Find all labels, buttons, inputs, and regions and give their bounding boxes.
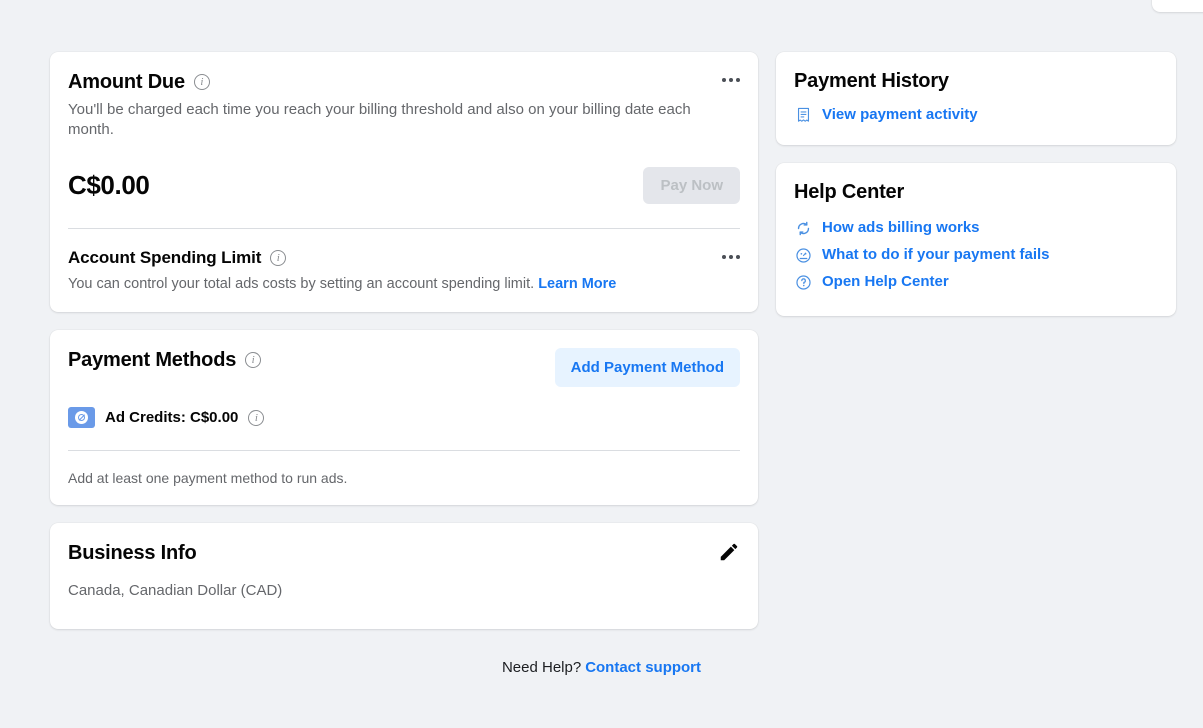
payment-fails-label: What to do if your payment fails	[822, 245, 1050, 265]
refresh-circular-arrows-icon	[794, 219, 812, 237]
payment-fails-link[interactable]: What to do if your payment fails	[794, 245, 1158, 265]
account-spending-limit-title: Account Spending Limit	[68, 247, 261, 268]
info-icon[interactable]: i	[194, 74, 210, 90]
left-column: Amount Due i You'll be charged each time…	[50, 52, 758, 647]
learn-more-link[interactable]: Learn More	[538, 276, 616, 292]
payment-methods-header: Payment Methods i Add Payment Method	[68, 348, 740, 387]
ad-credits-coin-icon	[68, 407, 95, 428]
question-mark-circle-icon	[794, 273, 812, 291]
how-ads-billing-works-link[interactable]: How ads billing works	[794, 218, 1158, 238]
payment-methods-title: Payment Methods	[68, 348, 236, 372]
how-ads-billing-works-label: How ads billing works	[822, 218, 980, 238]
ad-credits-row: Ad Credits: C$0.00 i	[68, 407, 740, 428]
view-payment-activity-link[interactable]: View payment activity	[794, 105, 1158, 125]
amount-due-header: Amount Due i	[68, 70, 740, 94]
payment-history-card: Payment History View payment activity	[776, 52, 1176, 145]
account-spending-limit-overflow-menu-icon[interactable]	[712, 247, 740, 267]
amount-due-card: Amount Due i You'll be charged each time…	[50, 52, 758, 312]
amount-due-overflow-menu-icon[interactable]	[712, 70, 740, 90]
amount-due-description: You'll be charged each time you reach yo…	[68, 100, 728, 140]
amount-due-amount-row: C$0.00 Pay Now	[68, 167, 740, 204]
view-payment-activity-label: View payment activity	[822, 105, 978, 125]
open-help-center-label: Open Help Center	[822, 272, 949, 292]
need-help-text: Need Help?	[502, 659, 581, 676]
account-spending-limit-title-row: Account Spending Limit i	[68, 247, 286, 268]
payment-methods-note: Add at least one payment method to run a…	[68, 469, 740, 487]
open-help-center-link[interactable]: Open Help Center	[794, 272, 1158, 292]
contact-support-link[interactable]: Contact support	[585, 659, 701, 676]
payment-methods-title-row: Payment Methods i	[68, 348, 261, 372]
info-icon[interactable]: i	[270, 250, 286, 266]
ad-credits-label: Ad Credits: C$0.00	[105, 409, 238, 426]
add-payment-method-button[interactable]: Add Payment Method	[555, 348, 740, 387]
help-center-card: Help Center How ads billing works	[776, 163, 1176, 316]
billing-page: Amount Due i You'll be charged each time…	[0, 0, 1203, 728]
business-info-title: Business Info	[68, 541, 197, 565]
payment-history-title: Payment History	[794, 69, 1158, 93]
pay-now-button[interactable]: Pay Now	[643, 167, 740, 204]
payment-methods-card: Payment Methods i Add Payment Method Ad …	[50, 330, 758, 505]
pencil-edit-icon[interactable]	[718, 541, 740, 563]
amount-due-value: C$0.00	[68, 170, 149, 201]
right-column: Payment History View payment activity	[776, 52, 1176, 334]
info-icon[interactable]: i	[248, 410, 264, 426]
account-spending-limit-section: Account Spending Limit i You can control…	[68, 229, 740, 294]
sad-face-circle-icon	[794, 246, 812, 264]
amount-due-title-row: Amount Due i	[68, 70, 210, 94]
payment-methods-divider	[68, 450, 740, 451]
receipt-icon	[794, 106, 812, 124]
business-info-header: Business Info	[68, 541, 740, 565]
business-info-value: Canada, Canadian Dollar (CAD)	[68, 581, 740, 601]
footer: Need Help?Contact support	[0, 659, 1203, 676]
info-icon[interactable]: i	[245, 352, 261, 368]
amount-due-title: Amount Due	[68, 70, 185, 94]
business-info-card: Business Info Canada, Canadian Dollar (C…	[50, 523, 758, 629]
page-columns: Amount Due i You'll be charged each time…	[50, 52, 1176, 647]
account-spending-limit-header: Account Spending Limit i	[68, 247, 740, 268]
account-spending-limit-description: You can control your total ads costs by …	[68, 275, 740, 294]
account-spending-limit-description-text: You can control your total ads costs by …	[68, 276, 534, 292]
help-center-title: Help Center	[794, 180, 1158, 204]
